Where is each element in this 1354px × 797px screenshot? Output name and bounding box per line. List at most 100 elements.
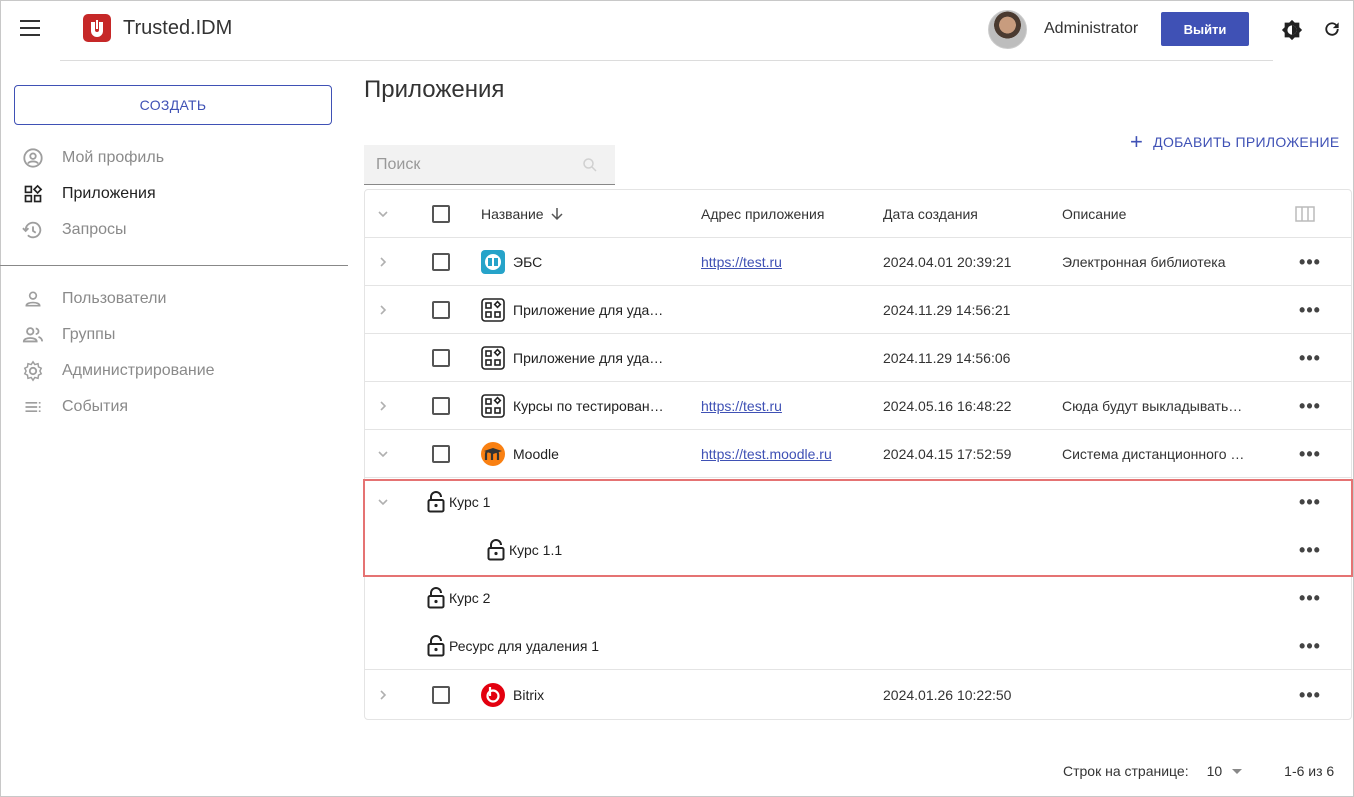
refresh-icon[interactable] xyxy=(1322,19,1342,39)
expand-all-chevron-icon[interactable] xyxy=(375,190,391,238)
add-application-button[interactable]: + ДОБАВИТЬ ПРИЛОЖЕНИЕ xyxy=(1130,129,1339,154)
more-actions-icon[interactable]: ••• xyxy=(1299,238,1321,286)
app-date: 2024.01.26 10:22:50 xyxy=(883,687,1012,703)
resource-row[interactable]: Курс 2 ••• xyxy=(365,574,1351,622)
more-actions-icon[interactable]: ••• xyxy=(1299,382,1321,430)
more-actions-icon[interactable]: ••• xyxy=(1299,286,1321,334)
resource-name: Курс 1 xyxy=(449,494,491,510)
app-address-cell: https://test.moodle.ru xyxy=(701,430,832,478)
group-icon xyxy=(22,324,44,346)
select-all-checkbox[interactable] xyxy=(432,190,450,238)
app-name-cell: ЭБС xyxy=(481,238,542,286)
app-address-cell: https://test.ru xyxy=(701,238,782,286)
sidebar-item-events[interactable]: События xyxy=(22,395,128,419)
sidebar-item-label: Администрирование xyxy=(62,362,215,379)
dropdown-arrow-icon xyxy=(1232,768,1243,774)
history-icon xyxy=(22,219,44,241)
app-name-cell: Moodle xyxy=(481,430,559,478)
resource-row[interactable]: Курс 1.1 ••• xyxy=(365,526,1351,574)
apps-icon xyxy=(481,394,505,418)
column-header-address[interactable]: Адрес приложения xyxy=(701,190,824,238)
more-actions-icon[interactable]: ••• xyxy=(1299,526,1321,574)
columns-settings-icon[interactable] xyxy=(1295,190,1315,238)
row-checkbox[interactable] xyxy=(432,671,450,719)
sidebar-item-label: Группы xyxy=(62,326,116,343)
sidebar-item-profile[interactable]: Мой профиль xyxy=(22,146,164,170)
resource-row[interactable]: Курс 1 ••• xyxy=(365,478,1351,526)
applications-table: Название Адрес приложения Дата создания … xyxy=(364,189,1352,720)
page-title: Приложения xyxy=(364,76,505,103)
table-row[interactable]: Moodle https://test.moodle.ru 2024.04.15… xyxy=(365,430,1351,478)
app-address-cell: https://test.ru xyxy=(701,382,782,430)
account-circle-icon xyxy=(22,147,44,169)
search-input[interactable] xyxy=(376,155,576,174)
collapse-chevron-icon[interactable] xyxy=(375,430,391,478)
rows-per-page-select[interactable]: 10 xyxy=(1207,763,1243,779)
app-description: Электронная библиотека xyxy=(1062,254,1226,270)
sidebar-divider xyxy=(0,265,348,266)
more-actions-icon[interactable]: ••• xyxy=(1299,430,1321,478)
row-checkbox[interactable] xyxy=(432,430,450,478)
sidebar-item-applications[interactable]: Приложения xyxy=(22,182,156,206)
resource-name: Курс 1.1 xyxy=(509,542,563,558)
app-date: 2024.04.15 17:52:59 xyxy=(883,446,1012,462)
create-button[interactable]: СОЗДАТЬ xyxy=(14,85,332,125)
avatar[interactable] xyxy=(988,10,1027,49)
row-checkbox[interactable] xyxy=(432,382,450,430)
apps-icon xyxy=(481,298,505,322)
collapse-chevron-icon[interactable] xyxy=(375,478,391,526)
lock-open-icon xyxy=(427,491,445,513)
lock-open-icon xyxy=(427,635,445,657)
resource-name: Курс 2 xyxy=(449,590,491,606)
table-row[interactable]: Курсы по тестирован… https://test.ru 202… xyxy=(365,382,1351,430)
app-name: Moodle xyxy=(513,446,559,462)
column-header-name[interactable]: Название xyxy=(481,190,564,238)
column-header-description[interactable]: Описание xyxy=(1062,190,1126,238)
app-date: 2024.11.29 14:56:06 xyxy=(883,350,1011,366)
expand-chevron-icon[interactable] xyxy=(375,671,391,719)
more-actions-icon[interactable]: ••• xyxy=(1299,334,1321,382)
resource-row[interactable]: Ресурс для удаления 1 ••• xyxy=(365,622,1351,670)
pagination-range: 1-6 из 6 xyxy=(1284,763,1335,779)
menu-icon[interactable] xyxy=(20,20,40,36)
app-date: 2024.11.29 14:56:21 xyxy=(883,302,1011,318)
table-row[interactable]: ЭБС https://test.ru 2024.04.01 20:39:21 … xyxy=(365,238,1351,286)
more-actions-icon[interactable]: ••• xyxy=(1299,622,1321,670)
sidebar-item-administration[interactable]: Администрирование xyxy=(22,359,215,383)
app-name: Bitrix xyxy=(513,687,545,703)
resource-name: Ресурс для удаления 1 xyxy=(449,638,600,654)
app-name-cell: Курсы по тестирован… xyxy=(481,382,664,430)
column-header-date[interactable]: Дата создания xyxy=(883,190,978,238)
more-actions-icon[interactable]: ••• xyxy=(1299,574,1321,622)
sidebar-item-groups[interactable]: Группы xyxy=(22,323,115,347)
search-field[interactable] xyxy=(364,145,615,185)
table-row[interactable]: Bitrix 2024.01.26 10:22:50 ••• xyxy=(365,671,1351,719)
app-address-link[interactable]: https://test.ru xyxy=(701,254,782,270)
column-header-name-label: Название xyxy=(481,206,544,222)
more-actions-icon[interactable]: ••• xyxy=(1299,478,1321,526)
app-name-cell: Приложение для уда… xyxy=(481,334,663,382)
sort-arrow-down-icon[interactable] xyxy=(550,207,564,221)
expand-chevron-icon[interactable] xyxy=(375,286,391,334)
table-row[interactable]: Приложение для уда… 2024.11.29 14:56:21 … xyxy=(365,286,1351,334)
sidebar-item-users[interactable]: Пользователи xyxy=(22,287,166,311)
row-checkbox[interactable] xyxy=(432,238,450,286)
app-name: ЭБС xyxy=(513,254,543,270)
theme-toggle-icon[interactable] xyxy=(1281,19,1303,41)
app-address-link[interactable]: https://test.ru xyxy=(701,398,782,414)
row-checkbox[interactable] xyxy=(432,286,450,334)
expand-chevron-icon[interactable] xyxy=(375,382,391,430)
sidebar-item-requests[interactable]: Запросы xyxy=(22,218,127,242)
table-row[interactable]: Приложение для уда… 2024.11.29 14:56:06 … xyxy=(365,334,1351,382)
app-name: Курсы по тестирован… xyxy=(513,398,664,414)
expand-chevron-icon[interactable] xyxy=(375,238,391,286)
bitrix-icon xyxy=(481,683,505,707)
app-date: 2024.05.16 16:48:22 xyxy=(883,398,1012,414)
row-checkbox[interactable] xyxy=(432,334,450,382)
brand-logo xyxy=(83,14,111,42)
logout-button[interactable]: Выйти xyxy=(1161,12,1249,46)
table-header-row: Название Адрес приложения Дата создания … xyxy=(365,190,1351,238)
app-address-link[interactable]: https://test.moodle.ru xyxy=(701,446,832,462)
plus-icon: + xyxy=(1130,129,1144,154)
more-actions-icon[interactable]: ••• xyxy=(1299,671,1321,719)
